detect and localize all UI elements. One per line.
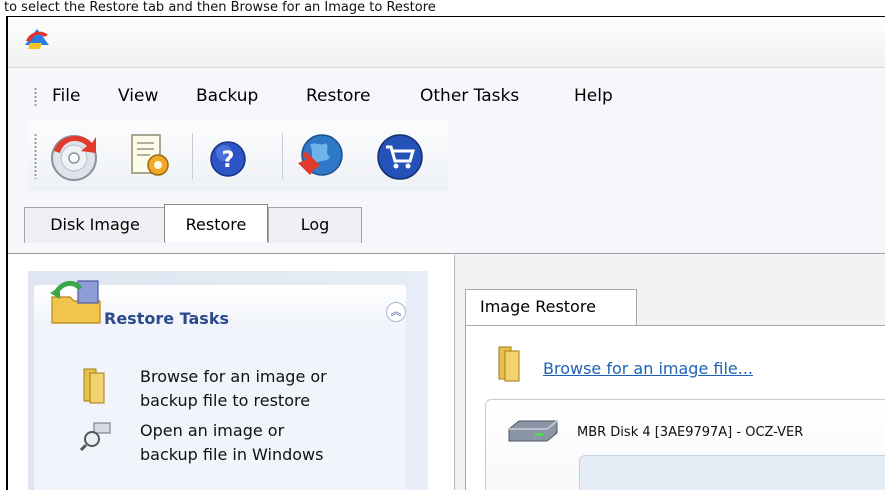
browse-image-task[interactable]: Browse for an image or backup file to re… [140,365,327,413]
help-icon: ? [210,141,246,177]
backup-disk-button[interactable] [46,129,104,183]
tab-disk-image[interactable]: Disk Image [24,207,166,243]
toolbar-separator [192,133,193,179]
web-update-icon [298,134,343,176]
shop-cart-icon [377,134,423,180]
toolbar-grip[interactable] [34,133,37,179]
menu-backup[interactable]: Backup [196,79,258,113]
toolbar-separator [282,133,283,179]
disk-backup-icon [51,135,97,181]
tab-image-restore[interactable]: Image Restore [465,289,637,325]
app-logo-icon [22,25,52,55]
folder-icon [80,367,110,409]
tab-log[interactable]: Log [268,207,362,243]
tab-restore[interactable]: Restore [164,204,268,242]
toolbar: ? [28,121,448,191]
help-button[interactable]: ? [200,129,258,183]
svg-text:?: ? [222,148,235,173]
explore-magnifier-icon [79,421,116,455]
menu-restore[interactable]: Restore [306,79,371,113]
collapse-chevron-icon[interactable]: ︽ [386,302,406,322]
open-image-task[interactable]: Open an image or backup file in Windows [140,419,323,467]
restore-tasks-icon [48,277,108,331]
menu-other-tasks[interactable]: Other Tasks [420,79,519,113]
title-bar [8,17,885,68]
settings-document-icon [131,134,169,176]
web-update-button[interactable] [290,129,348,183]
buy-button[interactable] [372,129,430,183]
browse-image-file-link[interactable]: Browse for an image file... [543,359,753,378]
main-tabs: Disk Image Restore Log [8,204,885,244]
disk-partition-area [579,455,885,490]
browse-image-task-line1: Browse for an image or [140,367,327,386]
menu-bar: File View Backup Restore Other Tasks Hel… [8,79,885,113]
menu-file[interactable]: File [52,79,80,113]
folder-icon [495,345,525,387]
browse-image-task-line2: backup file to restore [140,391,311,410]
instruction-caption: to select the Restore tab and then Brows… [4,0,436,15]
menu-help[interactable]: Help [574,79,613,113]
menu-view[interactable]: View [118,79,158,113]
open-image-task-line2: backup file in Windows [140,445,324,464]
menubar-grip[interactable] [34,87,37,107]
restore-content: Restore Tasks ︽ Browse for an image or b… [8,254,885,490]
image-restore-panel: Image Restore Browse for an image file..… [454,255,885,490]
app-window: File View Backup Restore Other Tasks Hel… [6,16,885,490]
open-image-task-line1: Open an image or [140,421,285,440]
disk-label: MBR Disk 4 [3AE9797A] - OCZ-VER [577,425,804,440]
settings-button[interactable] [120,129,178,183]
hard-disk-icon [505,419,561,449]
